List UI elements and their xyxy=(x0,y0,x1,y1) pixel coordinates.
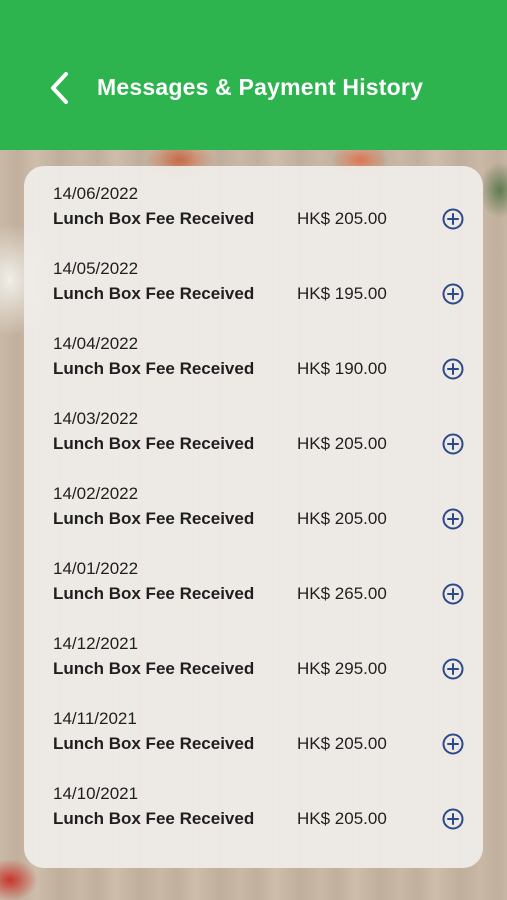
plus-circle-icon xyxy=(442,358,464,380)
plus-circle-icon xyxy=(442,283,464,305)
payment-row: 14/12/2021 Lunch Box Fee Received HK$ 29… xyxy=(24,630,483,705)
payment-row: 14/05/2022 Lunch Box Fee Received HK$ 19… xyxy=(24,255,483,330)
payment-description: Lunch Box Fee Received xyxy=(53,659,255,678)
expand-button[interactable] xyxy=(441,357,465,381)
payment-description: Lunch Box Fee Received xyxy=(53,284,255,303)
plus-circle-icon xyxy=(442,433,464,455)
expand-button[interactable] xyxy=(441,282,465,306)
payment-row: 14/11/2021 Lunch Box Fee Received HK$ 20… xyxy=(24,705,483,780)
expand-button[interactable] xyxy=(441,657,465,681)
payment-description: Lunch Box Fee Received xyxy=(53,584,255,603)
plus-circle-icon xyxy=(442,208,464,230)
payment-date: 14/11/2021 xyxy=(53,709,137,728)
expand-button[interactable] xyxy=(441,807,465,831)
expand-button[interactable] xyxy=(441,207,465,231)
expand-button[interactable] xyxy=(441,732,465,756)
payment-list: 14/06/2022 Lunch Box Fee Received HK$ 20… xyxy=(24,180,483,855)
expand-button[interactable] xyxy=(441,432,465,456)
payment-date: 14/04/2022 xyxy=(53,334,139,353)
payment-amount: HK$ 205.00 xyxy=(297,509,387,528)
chevron-left-icon xyxy=(51,72,68,104)
plus-circle-icon xyxy=(442,658,464,680)
payment-date: 14/02/2022 xyxy=(53,484,139,503)
expand-button[interactable] xyxy=(441,582,465,606)
plus-circle-icon xyxy=(442,583,464,605)
payment-row: 14/10/2021 Lunch Box Fee Received HK$ 20… xyxy=(24,780,483,855)
payment-row: 14/06/2022 Lunch Box Fee Received HK$ 20… xyxy=(24,180,483,255)
payment-date: 14/12/2021 xyxy=(53,634,139,653)
app-header: Messages & Payment History xyxy=(0,0,507,150)
payment-amount: HK$ 205.00 xyxy=(297,209,387,228)
payment-date: 14/05/2022 xyxy=(53,259,139,278)
payment-date: 14/01/2022 xyxy=(53,559,139,578)
payment-description: Lunch Box Fee Received xyxy=(53,359,255,378)
payment-amount: HK$ 205.00 xyxy=(297,434,387,453)
plus-circle-icon xyxy=(442,808,464,830)
plus-circle-icon xyxy=(442,733,464,755)
plus-circle-icon xyxy=(442,508,464,530)
payment-description: Lunch Box Fee Received xyxy=(53,509,255,528)
payment-date: 14/03/2022 xyxy=(53,409,139,428)
payment-date: 14/10/2021 xyxy=(53,784,139,803)
expand-button[interactable] xyxy=(441,507,465,531)
payment-amount: HK$ 205.00 xyxy=(297,734,387,753)
payment-description: Lunch Box Fee Received xyxy=(53,809,255,828)
payment-amount: HK$ 205.00 xyxy=(297,809,387,828)
payment-row: 14/04/2022 Lunch Box Fee Received HK$ 19… xyxy=(24,330,483,405)
payment-amount: HK$ 265.00 xyxy=(297,584,387,603)
payment-amount: HK$ 190.00 xyxy=(297,359,387,378)
back-button[interactable] xyxy=(40,68,80,108)
payment-description: Lunch Box Fee Received xyxy=(53,734,255,753)
payment-amount: HK$ 295.00 xyxy=(297,659,387,678)
payment-description: Lunch Box Fee Received xyxy=(53,434,255,453)
page-title: Messages & Payment History xyxy=(97,74,424,100)
payment-history-card: 14/06/2022 Lunch Box Fee Received HK$ 20… xyxy=(24,166,483,868)
payment-row: 14/01/2022 Lunch Box Fee Received HK$ 26… xyxy=(24,555,483,630)
payment-amount: HK$ 195.00 xyxy=(297,284,387,303)
payment-date: 14/06/2022 xyxy=(53,184,139,203)
payment-description: Lunch Box Fee Received xyxy=(53,209,255,228)
payment-row: 14/02/2022 Lunch Box Fee Received HK$ 20… xyxy=(24,480,483,555)
payment-row: 14/03/2022 Lunch Box Fee Received HK$ 20… xyxy=(24,405,483,480)
